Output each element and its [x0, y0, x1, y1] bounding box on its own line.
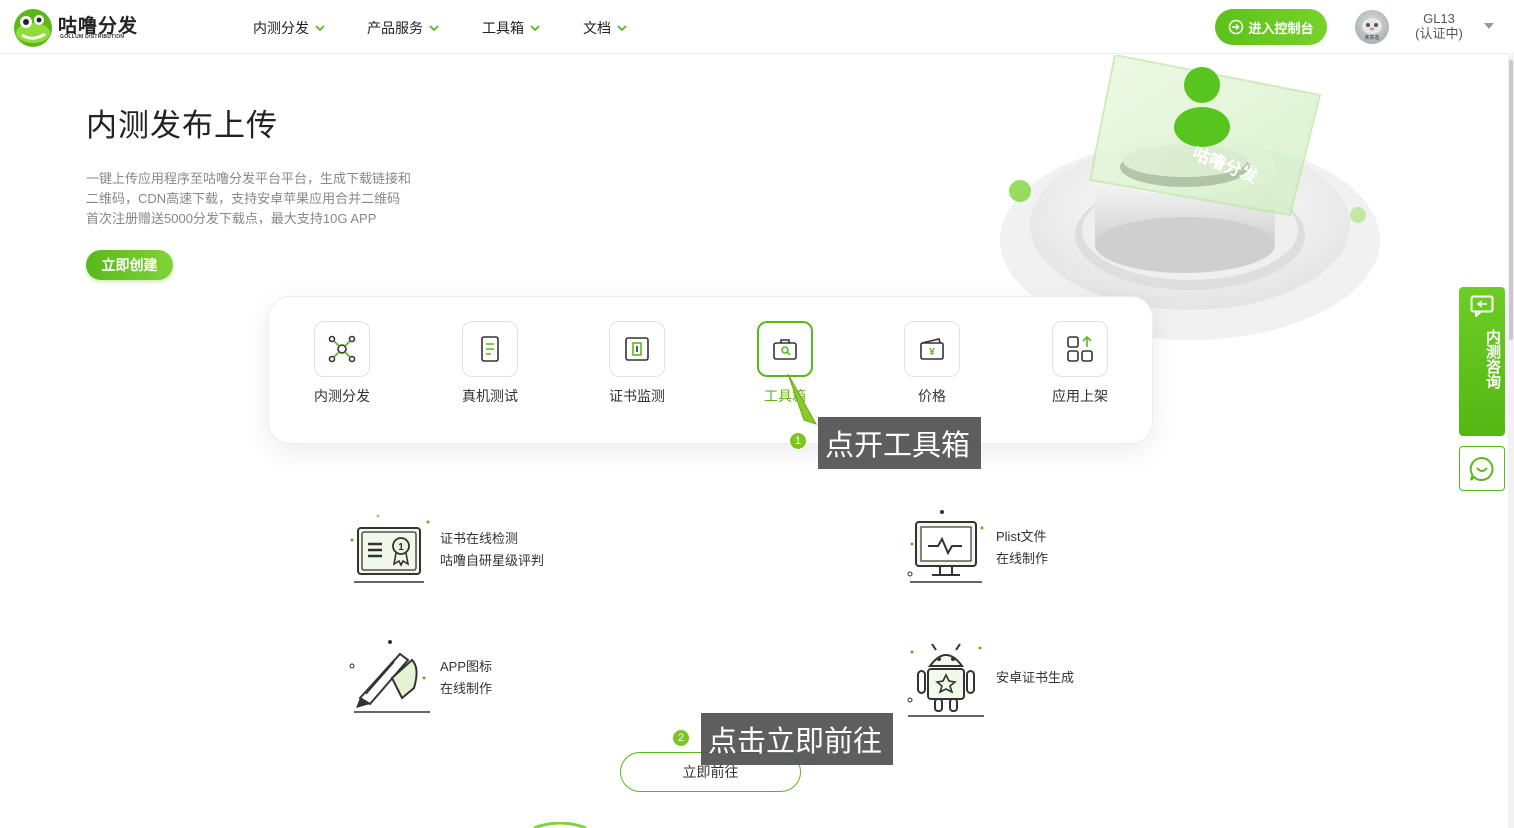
nav-label: 产品服务	[367, 20, 423, 36]
consult-label: 内测咨询	[1484, 329, 1501, 389]
tool-label: 价格	[918, 388, 946, 404]
feature-line: 在线制作	[440, 681, 493, 696]
user-menu[interactable]: GL13 (认证中)	[1410, 11, 1468, 41]
create-now-button[interactable]: 立即创建	[86, 250, 173, 280]
svg-text:¥: ¥	[929, 347, 935, 358]
hero-description-line: 首次注册赠送5000分发下载点，最大支持10G APP	[86, 211, 377, 226]
certificate-award-icon: 1	[350, 514, 430, 583]
toolbox-icon	[757, 321, 813, 377]
tool-label: 内测分发	[314, 388, 370, 404]
user-status: (认证中)	[1415, 26, 1463, 41]
top-navbar: 咕噜分发 GOLLUM DISTRIBUTION 内测分发 产品服务 工具箱 文…	[0, 0, 1514, 54]
chat-bubble-icon	[1469, 456, 1494, 481]
scrollbar-thumb[interactable]	[1509, 60, 1513, 340]
logo[interactable]: 咕噜分发 GOLLUM DISTRIBUTION	[12, 6, 152, 48]
phone-test-icon	[462, 321, 518, 377]
chat-button[interactable]	[1459, 446, 1505, 491]
feature-plist-maker[interactable]: Plist文件 在线制作	[904, 508, 1048, 588]
nav-item-toolbox[interactable]: 工具箱	[482, 18, 540, 38]
chevron-down-icon	[315, 25, 325, 31]
annotation-pointer-arrow	[787, 373, 818, 425]
feature-line: 证书在线检测	[440, 531, 519, 546]
message-icon	[1470, 295, 1494, 317]
feature-line: Plist文件	[996, 529, 1047, 544]
annotation-step-2-label: 点击立即前往	[701, 713, 893, 765]
quick-tools-card: 内测分发 真机测试 证书监测 工具箱 ¥ 价格 应用上架	[268, 296, 1153, 444]
android-icon	[907, 643, 984, 717]
tool-device-test[interactable]: 真机测试	[450, 321, 530, 406]
decorative-arc	[533, 822, 587, 828]
logo-subtext: GOLLUM DISTRIBUTION	[60, 34, 125, 40]
wallet-yen-icon: ¥	[904, 321, 960, 377]
beta-consult-button[interactable]: 内测咨询	[1459, 287, 1505, 436]
tool-label: 证书监测	[609, 388, 665, 404]
feature-line: 在线制作	[996, 551, 1049, 566]
hero-description-line: 二维码，CDN高速下载，支持安卓苹果应用合并二维码	[86, 191, 401, 206]
certificate-monitor-icon	[609, 321, 665, 377]
avatar[interactable]: 未实名	[1355, 10, 1389, 44]
tool-label: 应用上架	[1052, 388, 1108, 404]
feature-line: APP图标	[440, 659, 493, 674]
gollum-logo-icon	[14, 9, 52, 47]
annotation-step-2-badge: 2	[672, 729, 690, 747]
annotation-step-1-badge: 1	[789, 432, 807, 450]
feature-certificate-check[interactable]: 1 证书在线检测 咕噜自研星级评判	[348, 510, 544, 590]
page-title: 内测发布上传	[86, 108, 278, 143]
tool-label: 真机测试	[462, 388, 518, 404]
tool-app-publish[interactable]: 应用上架	[1040, 321, 1120, 406]
nav-label: 工具箱	[482, 20, 524, 36]
console-label: 进入控制台	[1248, 20, 1314, 36]
svg-text:1: 1	[398, 542, 404, 553]
hero-description-line: 一键上传应用程序至咕噜分发平台平台，生成下载链接和	[86, 171, 412, 186]
page: 咕噜分发 GOLLUM DISTRIBUTION 内测分发 产品服务 工具箱 文…	[0, 0, 1514, 828]
chevron-down-icon	[429, 25, 439, 31]
avatar-caption: 未实名	[1364, 35, 1380, 41]
feature-android-cert[interactable]: 安卓证书生成	[904, 638, 1074, 718]
login-arrow-icon	[1229, 19, 1244, 35]
monitor-pulse-icon	[907, 510, 984, 583]
nav-item-products[interactable]: 产品服务	[367, 18, 439, 38]
chevron-down-icon	[530, 25, 540, 31]
chevron-down-icon	[617, 25, 627, 31]
pen-brush-icon	[349, 640, 430, 713]
tool-pricing[interactable]: ¥ 价格	[892, 321, 972, 406]
network-icon	[314, 321, 370, 377]
caret-down-icon[interactable]	[1484, 23, 1494, 29]
annotation-step-1-label: 点开工具箱	[818, 417, 981, 469]
app-upload-icon	[1052, 321, 1108, 377]
enter-console-button[interactable]: 进入控制台	[1215, 9, 1327, 45]
nav-label: 内测分发	[253, 20, 309, 36]
nav-label: 文档	[583, 20, 611, 36]
nav-item-docs[interactable]: 文档	[583, 18, 627, 38]
feature-line: 安卓证书生成	[996, 670, 1075, 685]
nav-item-beta-distribution[interactable]: 内测分发	[253, 18, 325, 38]
user-name: GL13	[1423, 11, 1455, 26]
feature-app-icon-maker[interactable]: APP图标 在线制作	[348, 638, 492, 718]
tool-certificate-monitor[interactable]: 证书监测	[597, 321, 677, 406]
tool-beta-distribution[interactable]: 内测分发	[302, 321, 382, 406]
feature-line: 咕噜自研星级评判	[440, 553, 545, 568]
